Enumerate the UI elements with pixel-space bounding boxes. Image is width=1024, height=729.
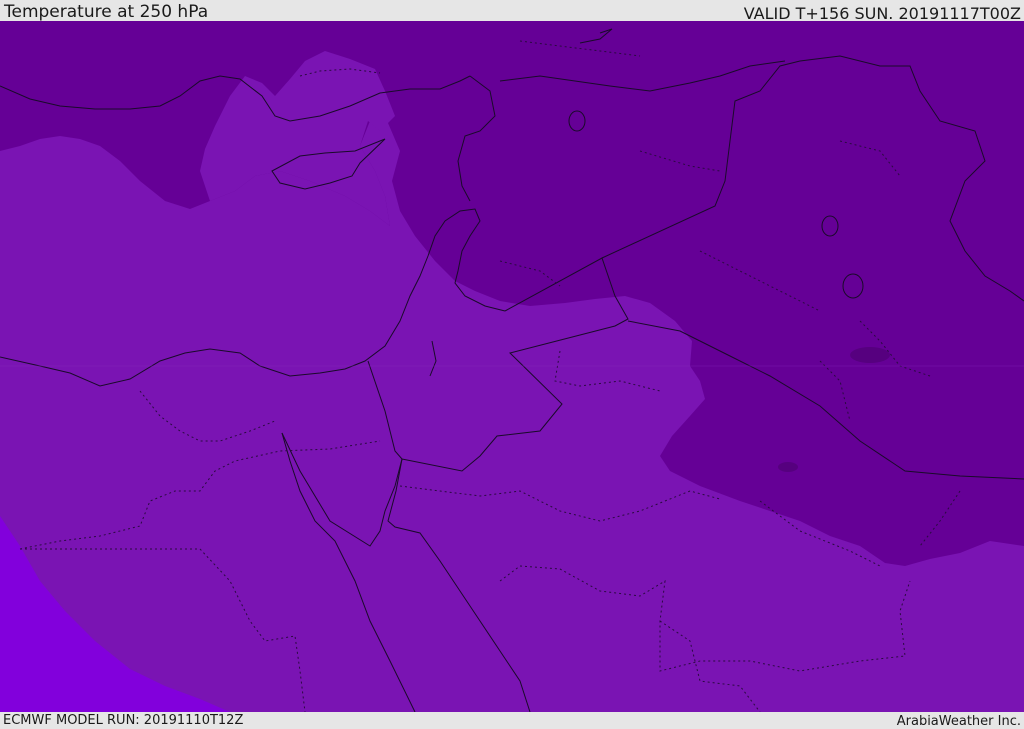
model-run-label: ECMWF MODEL RUN: 20191110T12Z	[3, 713, 244, 728]
weather-map[interactable]	[0, 21, 1024, 712]
footer-bar: ECMWF MODEL RUN: 20191110T12Z ArabiaWeat…	[0, 712, 1024, 729]
temperature-map-svg	[0, 21, 1024, 712]
header-bar: Temperature at 250 hPa VALID T+156 SUN. …	[0, 0, 1024, 23]
cold-patch	[850, 347, 890, 363]
credit-label: ArabiaWeather Inc.	[896, 714, 1021, 729]
map-title: Temperature at 250 hPa	[4, 2, 209, 22]
cold-patch-small	[778, 462, 798, 472]
